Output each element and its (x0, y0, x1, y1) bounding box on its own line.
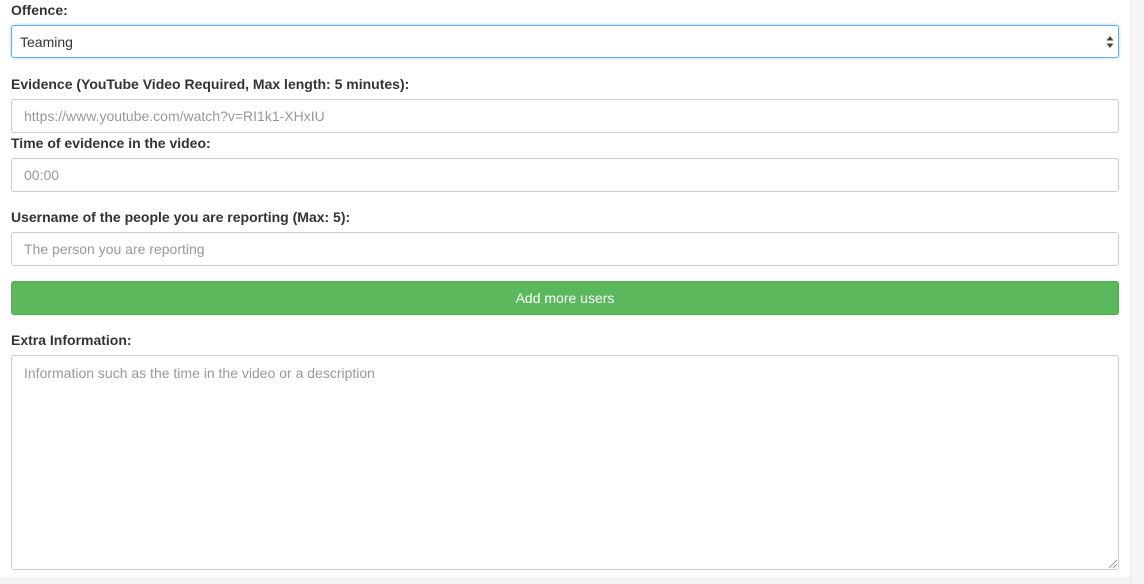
offence-label: Offence: (11, 2, 68, 18)
scrollbar-track[interactable] (1130, 0, 1144, 584)
time-label: Time of evidence in the video: (11, 135, 211, 151)
extra-info-label: Extra Information: (11, 332, 132, 348)
evidence-url-input[interactable] (11, 99, 1119, 133)
page-bottom-strip (0, 577, 1130, 584)
extra-info-textarea[interactable] (11, 355, 1119, 570)
offence-selected-value: Teaming (20, 34, 73, 50)
evidence-label: Evidence (YouTube Video Required, Max le… (11, 76, 410, 92)
evidence-time-input[interactable] (11, 158, 1119, 192)
reported-users-label: Username of the people you are reporting… (11, 209, 351, 225)
extra-info-wrapper (11, 355, 1119, 570)
reported-user-input[interactable] (11, 232, 1119, 266)
add-more-users-button[interactable]: Add more users (11, 281, 1119, 315)
resize-grip-icon[interactable] (1108, 559, 1117, 568)
select-arrows-icon (1106, 36, 1114, 48)
offence-select[interactable]: Teaming (11, 25, 1119, 58)
